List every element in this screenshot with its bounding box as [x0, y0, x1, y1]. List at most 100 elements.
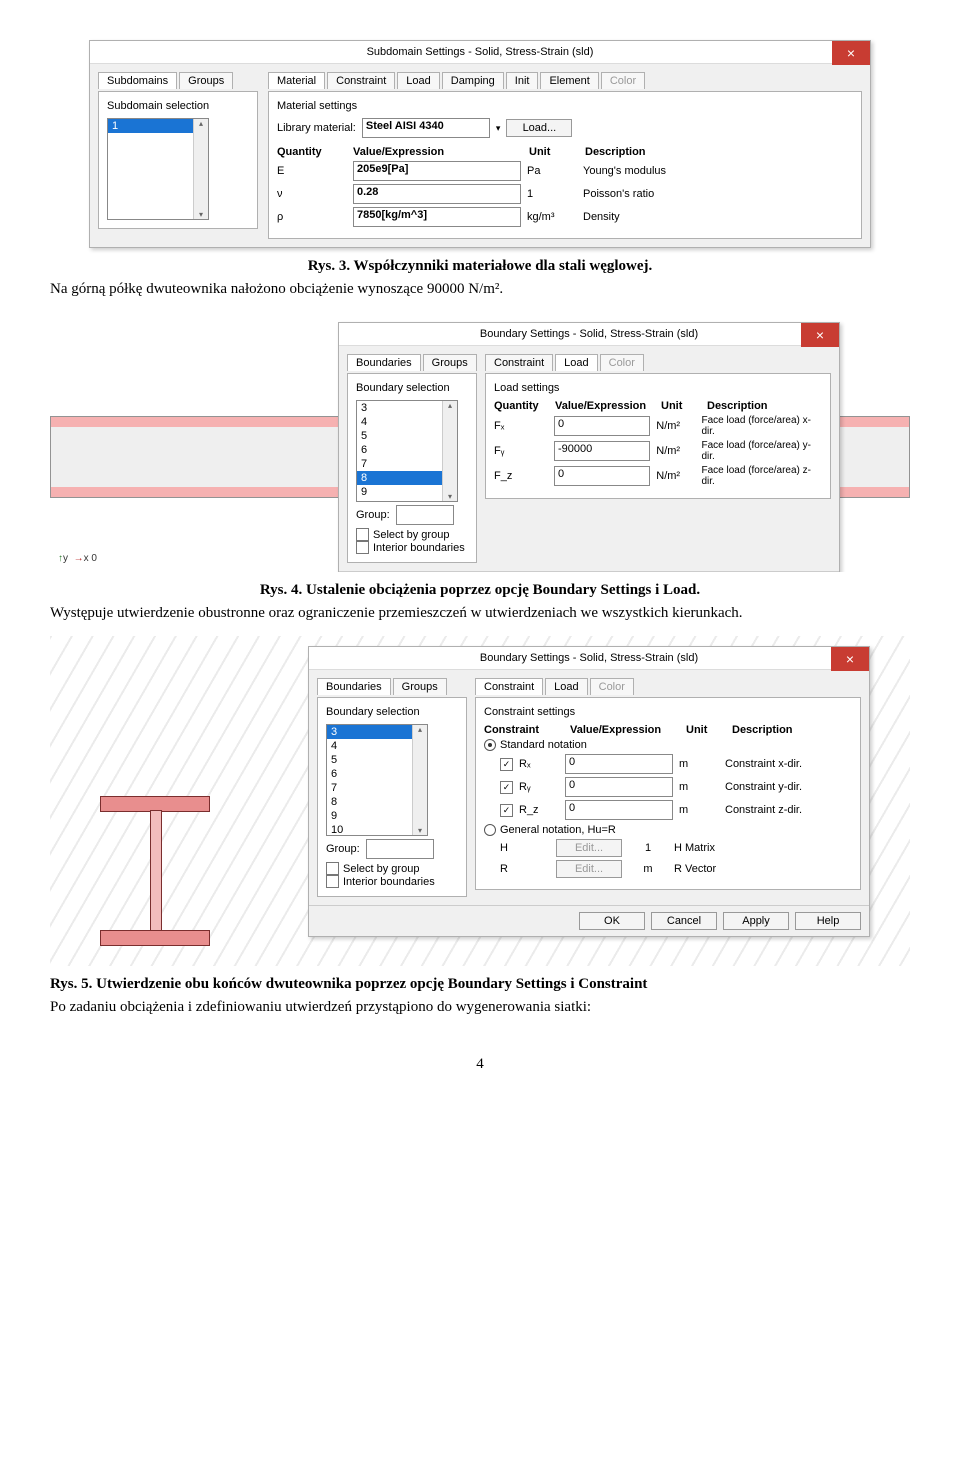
select-by-group-checkbox[interactable]: Select by group: [326, 862, 458, 875]
quantity-Rz: R_z: [519, 804, 559, 816]
tab-load[interactable]: Load: [545, 678, 587, 695]
R-label: R: [500, 863, 550, 875]
unit-Fy: N/m²: [656, 445, 695, 457]
value-Fx[interactable]: 0: [554, 416, 650, 436]
Rx-checkbox[interactable]: ✓: [500, 758, 513, 771]
unit-Fx: N/m²: [656, 420, 695, 432]
value-Rx[interactable]: 0: [565, 754, 673, 774]
col-desc: Description: [707, 400, 768, 412]
library-material-select[interactable]: Steel AISI 4340: [362, 118, 490, 138]
H-edit-button[interactable]: Edit...: [556, 839, 622, 857]
scrollbar[interactable]: [442, 401, 457, 501]
tab-load[interactable]: Load: [555, 354, 597, 371]
quantity-E: E: [277, 165, 347, 177]
interior-boundaries-checkbox[interactable]: Interior boundaries: [356, 541, 468, 554]
col-value: Value/Expression: [353, 146, 523, 158]
load-settings-label: Load settings: [494, 382, 822, 394]
col-constraint: Constraint: [484, 724, 564, 736]
library-material-label: Library material:: [277, 122, 356, 134]
dialog-titlebar: Boundary Settings - Solid, Stress-Strain…: [309, 647, 869, 670]
R-edit-button[interactable]: Edit...: [556, 860, 622, 878]
col-unit: Unit: [686, 724, 726, 736]
value-E[interactable]: 205e9[Pa]: [353, 161, 521, 181]
help-button[interactable]: Help: [795, 912, 861, 930]
dialog-titlebar: Boundary Settings - Solid, Stress-Strain…: [339, 323, 839, 346]
ok-button[interactable]: OK: [579, 912, 645, 930]
close-icon[interactable]: ×: [832, 41, 870, 65]
desc-nu: Poisson's ratio: [583, 188, 654, 200]
tab-constraint[interactable]: Constraint: [327, 72, 395, 89]
value-Ry[interactable]: 0: [565, 777, 673, 797]
col-desc: Description: [585, 146, 646, 158]
desc-Fz: Face load (force/area) z-dir.: [702, 465, 823, 487]
boundary-listbox[interactable]: 3 4 5 6 7 8 9 10 11: [326, 724, 428, 836]
quantity-Rx: Rₓ: [519, 758, 559, 770]
quantity-Ry: Rᵧ: [519, 781, 559, 793]
standard-notation-radio[interactable]: Standard notation: [484, 739, 852, 751]
tab-element[interactable]: Element: [540, 72, 598, 89]
subdomain-selection-label: Subdomain selection: [107, 100, 249, 112]
axes-icon: ↑y →x 0: [58, 553, 97, 564]
tab-subdomains[interactable]: Subdomains: [98, 72, 177, 89]
figure-4-text: Występuje utwierdzenie obustronne oraz o…: [50, 605, 910, 622]
group-select[interactable]: [366, 839, 434, 859]
load-button[interactable]: Load...: [506, 119, 572, 137]
desc-Ry: Constraint y-dir.: [725, 781, 802, 793]
figure-5: Boundary Settings - Solid, Stress-Strain…: [50, 636, 910, 966]
group-select[interactable]: [396, 505, 454, 525]
tab-groups[interactable]: Groups: [423, 354, 477, 371]
tab-constraint[interactable]: Constraint: [485, 354, 553, 371]
H-unit: 1: [628, 842, 668, 854]
group-label: Group:: [326, 843, 360, 855]
value-rho[interactable]: 7850[kg/m^3]: [353, 207, 521, 227]
figure-3-text: Na górną półkę dwuteownika nałożono obci…: [50, 281, 910, 298]
col-unit: Unit: [529, 146, 579, 158]
close-icon[interactable]: ×: [831, 647, 869, 671]
tab-init[interactable]: Init: [506, 72, 539, 89]
scrollbar[interactable]: [412, 725, 427, 835]
unit-nu: 1: [527, 188, 577, 200]
tab-color[interactable]: Color: [590, 678, 634, 695]
figure-5-text: Po zadaniu obciążenia i zdefiniowaniu ut…: [50, 999, 910, 1016]
boundary-listbox[interactable]: 3 4 5 6 7 8 9 10 11: [356, 400, 458, 502]
group-label: Group:: [356, 509, 390, 521]
tab-load[interactable]: Load: [397, 72, 439, 89]
close-icon[interactable]: ×: [801, 323, 839, 347]
tab-boundaries[interactable]: Boundaries: [347, 354, 421, 371]
value-Fy[interactable]: -90000: [554, 441, 650, 461]
scrollbar[interactable]: [193, 119, 208, 219]
figure-5-caption: Rys. 5. Utwierdzenie obu końców dwuteown…: [50, 976, 910, 993]
dialog-title: Boundary Settings - Solid, Stress-Strain…: [480, 328, 698, 340]
tab-boundaries[interactable]: Boundaries: [317, 678, 391, 695]
H-desc: H Matrix: [674, 842, 715, 854]
tab-color[interactable]: Color: [600, 354, 644, 371]
select-by-group-checkbox[interactable]: Select by group: [356, 528, 468, 541]
tab-damping[interactable]: Damping: [442, 72, 504, 89]
interior-boundaries-checkbox[interactable]: Interior boundaries: [326, 875, 458, 888]
tab-color[interactable]: Color: [601, 72, 645, 89]
ibeam-model: [100, 796, 210, 946]
tab-constraint[interactable]: Constraint: [475, 678, 543, 695]
Rz-checkbox[interactable]: ✓: [500, 804, 513, 817]
desc-Rz: Constraint z-dir.: [725, 804, 802, 816]
dialog-titlebar: Subdomain Settings - Solid, Stress-Strai…: [90, 41, 870, 64]
col-unit: Unit: [661, 400, 701, 412]
general-notation-radio[interactable]: General notation, Hu=R: [484, 824, 852, 836]
unit-Fz: N/m²: [656, 470, 695, 482]
cancel-button[interactable]: Cancel: [651, 912, 717, 930]
boundary-selection-label: Boundary selection: [326, 706, 458, 718]
unit-Rx: m: [679, 758, 719, 770]
unit-Rz: m: [679, 804, 719, 816]
constraint-settings-label: Constraint settings: [484, 706, 852, 718]
Ry-checkbox[interactable]: ✓: [500, 781, 513, 794]
tab-groups[interactable]: Groups: [393, 678, 447, 695]
tab-material[interactable]: Material: [268, 72, 325, 89]
apply-button[interactable]: Apply: [723, 912, 789, 930]
col-value: Value/Expression: [570, 724, 680, 736]
figure-3-caption: Rys. 3. Współczynniki materiałowe dla st…: [50, 258, 910, 275]
value-nu[interactable]: 0.28: [353, 184, 521, 204]
value-Fz[interactable]: 0: [554, 466, 650, 486]
subdomain-listbox[interactable]: 1: [107, 118, 209, 220]
tab-groups[interactable]: Groups: [179, 72, 233, 89]
value-Rz[interactable]: 0: [565, 800, 673, 820]
